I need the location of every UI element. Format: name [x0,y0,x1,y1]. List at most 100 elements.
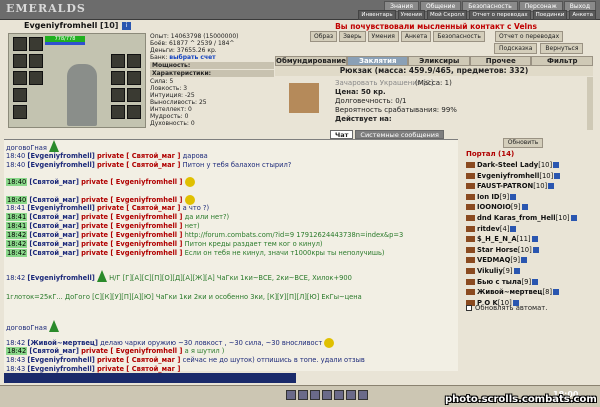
chat-private[interactable]: private [ Evgeniyfromhell ] [81,213,182,221]
submenu-my-scroll[interactable]: Мой Скролл [426,10,468,20]
earring-slot[interactable] [127,71,141,85]
user-item[interactable]: Бью с тыла[9] [466,277,592,288]
chat-nick[interactable]: [Evgeniyfromhell] [27,365,94,373]
item-icon[interactable] [289,83,319,113]
tab-spells[interactable]: Заклятия [346,56,409,66]
user-item[interactable]: FAUST-PATRON[10] [466,181,592,192]
info-icon[interactable] [570,214,577,221]
chat-private[interactable]: private [ Evgeniyfromhell ] [81,231,182,239]
tab-filter[interactable]: Фильтр [531,56,593,66]
chat-nick[interactable]: [Evgeniyfromhell] [27,356,94,364]
chat-nick[interactable]: [Evgeniyfromhell] [27,274,94,282]
chat-nick[interactable]: [Святой_маг] [29,249,79,257]
chat-time[interactable]: 18:42 [6,274,25,282]
transfer-report-button[interactable]: Отчет о переводах [495,31,564,42]
chat-nick[interactable]: [Святой_маг] [29,213,79,221]
chat-time[interactable]: 18:42 [6,249,28,257]
user-name[interactable]: VEDMAQ [477,256,510,264]
chat-nick[interactable]: [Evgeniyfromhell] [27,152,94,160]
user-item[interactable]: $_H_E_N_A[11] [466,234,592,245]
chat-time[interactable]: 18:42 [6,231,28,239]
info-icon[interactable] [532,278,539,285]
info-icon[interactable] [553,162,560,168]
submenu-inventory[interactable]: Инвентарь [358,10,396,20]
chat-time[interactable]: 18:42 [6,339,25,347]
user-item[interactable]: Evgeniyfromhell[10] [466,171,592,182]
power-section[interactable]: Мощность: [150,62,274,69]
chat-link[interactable]: http://forum.combats.com/?id=9 179126244… [185,231,404,239]
boots-slot[interactable] [13,105,27,119]
chat-private[interactable]: private [ Святой_маг ] [97,161,181,169]
tab-elixirs[interactable]: Эликсиры [408,56,470,66]
auto-update-toggle[interactable]: Обновлять автомат. [466,304,547,312]
info-icon[interactable] [510,225,517,232]
checkbox[interactable] [466,305,472,311]
user-name[interactable]: IOONOIO [477,203,511,211]
return-button[interactable]: Вернуться [540,43,584,54]
submenu-profile[interactable]: Анкета [569,10,596,20]
chat-private[interactable]: private [ Evgeniyfromhell ] [81,222,182,230]
user-name[interactable]: ritdev [477,225,500,233]
ring-slot[interactable] [29,71,43,85]
amulet-slot[interactable] [111,88,125,102]
chat-private[interactable]: private [ Святой_маг ] [97,365,181,373]
extra2-slot[interactable] [127,105,141,119]
clear-icon[interactable] [310,390,320,400]
user-item[interactable]: ritdev[4] [466,224,592,235]
chat-nick[interactable]: [Святой_маг] [29,196,79,204]
extra-slot[interactable] [111,105,125,119]
hint-button[interactable]: Подсказка [494,43,538,54]
chat-time[interactable]: 18:43 [6,365,25,373]
security-button[interactable]: Безопасность [433,31,485,42]
chat-nick[interactable]: [Святой_маг] [29,178,79,186]
chat-private[interactable]: private [ Святой_маг ] [97,152,181,160]
user-name[interactable]: Evgeniyfromhell [477,172,539,180]
user-item[interactable]: IOONOIO[9] [466,202,592,213]
user-name[interactable]: $_H_E_N_A [477,235,517,243]
submenu-skills[interactable]: Умения [397,10,425,20]
info-icon[interactable] [532,246,539,253]
user-name[interactable]: FAUST-PATRON [477,182,533,190]
chat-input[interactable] [4,373,296,383]
chat-time[interactable]: 18:42 [6,240,28,248]
glove-slot[interactable] [13,88,27,102]
info-icon[interactable] [548,183,555,190]
chat-nick[interactable]: [Святой_маг] [29,347,79,355]
ring2-slot[interactable] [127,54,141,68]
chat-time[interactable]: 18:40 [6,152,25,160]
user-name[interactable]: Живой~мертвец [477,288,542,296]
chat-time[interactable]: 18:41 [6,213,28,221]
helmet-slot[interactable] [13,37,27,51]
user-name[interactable]: dnd Karas_from_Hell [477,214,556,222]
armor-slot[interactable] [29,54,43,68]
submenu-fights[interactable]: Поединки [532,10,568,20]
user-name[interactable]: Бью с тыла [477,278,522,286]
pet-button[interactable]: Зверь [339,31,366,42]
chat-time[interactable]: 18:40 [6,161,25,169]
shield-slot[interactable] [111,54,125,68]
info-icon[interactable] [521,204,528,211]
profile-button[interactable]: Анкета [400,31,432,42]
info-icon[interactable] [521,257,527,264]
chat-time[interactable]: 18:42 [6,347,28,355]
user-item[interactable]: Живой~мертвец[8] [466,287,592,298]
sound-icon[interactable] [358,390,368,400]
info-icon[interactable] [531,236,538,243]
chat-private[interactable]: private [ Святой_маг ] [97,356,181,364]
chat-time[interactable]: 18:41 [6,204,25,212]
refresh-button[interactable]: Обновить [503,138,543,148]
chat-private[interactable]: private [ Evgeniyfromhell ] [81,178,182,186]
info-icon[interactable] [554,172,561,179]
filter-icon[interactable] [322,390,332,400]
inventory-scrollbar[interactable] [587,77,593,130]
chat-private[interactable]: private [ Evgeniyfromhell ] [81,249,182,257]
chat-nick[interactable]: [Святой_маг] [29,222,79,230]
bank-link[interactable]: выбрать счет [169,54,215,61]
user-item[interactable]: dnd Karas_from_Hell[10] [466,213,592,224]
chat-time[interactable]: 18:40 [6,196,28,204]
chat-nick[interactable]: [Святой_маг] [29,240,79,248]
info-icon[interactable]: i [122,22,131,30]
user-name[interactable]: Star Horse [477,246,518,254]
chat-nick[interactable]: [Живой~мертвец] [27,339,98,347]
necklace-slot[interactable] [29,37,43,51]
